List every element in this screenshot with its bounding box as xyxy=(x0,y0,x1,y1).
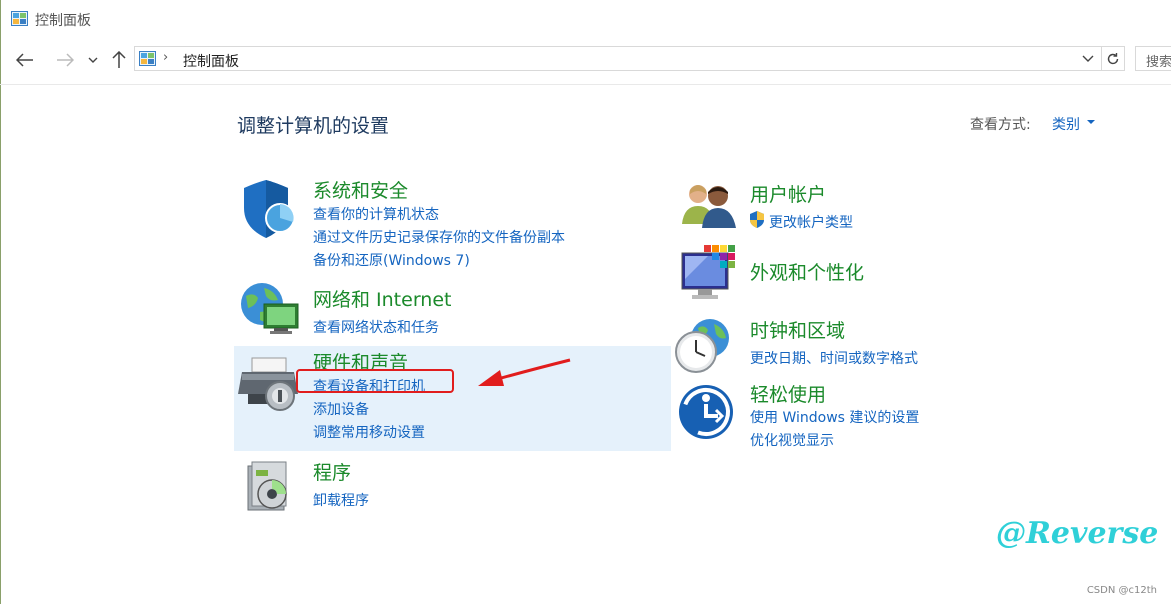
clock-globe-icon[interactable] xyxy=(674,318,734,374)
category-clock-region[interactable]: 时钟和区域 xyxy=(750,316,845,343)
search-placeholder: 搜索 xyxy=(1146,55,1171,70)
divider xyxy=(0,84,1171,85)
chevron-down-icon xyxy=(88,57,98,63)
recent-locations-button[interactable] xyxy=(84,48,102,72)
arrow-right-icon xyxy=(57,53,74,67)
back-button[interactable] xyxy=(12,48,38,72)
category-network-internet[interactable]: 网络和 Internet xyxy=(313,285,451,312)
link-add-device[interactable]: 添加设备 xyxy=(313,399,369,419)
appearance-icon[interactable] xyxy=(678,245,738,303)
control-panel-icon xyxy=(11,11,28,26)
arrow-up-icon xyxy=(112,51,126,68)
uac-shield-icon xyxy=(750,211,764,228)
link-view-computer-status[interactable]: 查看你的计算机状态 xyxy=(313,204,439,224)
window-title: 控制面板 xyxy=(35,13,91,29)
shield-icon[interactable] xyxy=(240,180,298,240)
chevron-down-icon[interactable] xyxy=(1081,51,1095,65)
title-bar: 控制面板 xyxy=(0,0,1171,40)
refresh-button[interactable] xyxy=(1102,46,1125,71)
link-mobility-settings[interactable]: 调整常用移动设置 xyxy=(313,422,425,442)
user-accounts-icon[interactable] xyxy=(680,182,738,228)
control-panel-icon xyxy=(139,51,156,66)
forward-button[interactable] xyxy=(52,48,78,72)
link-network-status[interactable]: 查看网络状态和任务 xyxy=(313,317,439,337)
window-border xyxy=(0,0,1,604)
category-user-accounts[interactable]: 用户帐户 xyxy=(750,180,826,207)
category-ease-of-access[interactable]: 轻松使用 xyxy=(750,380,826,407)
breadcrumb-control-panel[interactable]: 控制面板 xyxy=(183,51,239,71)
watermark: @Reverse xyxy=(996,516,1159,551)
programs-icon[interactable] xyxy=(244,460,294,514)
category-programs[interactable]: 程序 xyxy=(313,458,351,485)
network-globe-icon[interactable] xyxy=(238,282,302,340)
printer-icon[interactable] xyxy=(238,356,300,412)
dropdown-arrow-icon[interactable] xyxy=(1087,120,1095,124)
category-system-security[interactable]: 系统和安全 xyxy=(313,176,408,203)
link-file-history[interactable]: 通过文件历史记录保存你的文件备份副本 xyxy=(313,227,565,247)
highlight-annotation-box xyxy=(296,369,454,393)
view-by-label: 查看方式: xyxy=(970,117,1031,133)
search-input[interactable]: 搜索 xyxy=(1135,46,1171,71)
link-change-account-type[interactable]: 更改帐户类型 xyxy=(769,212,853,232)
refresh-icon xyxy=(1107,52,1119,64)
annotation-arrow-icon xyxy=(478,358,571,386)
ease-of-access-icon[interactable] xyxy=(678,384,734,440)
page-title: 调整计算机的设置 xyxy=(237,115,390,137)
link-optimize-visual-display[interactable]: 优化视觉显示 xyxy=(750,430,834,450)
link-recommended-settings[interactable]: 使用 Windows 建议的设置 xyxy=(750,407,919,427)
link-backup-restore[interactable]: 备份和还原(Windows 7) xyxy=(313,250,470,270)
category-appearance[interactable]: 外观和个性化 xyxy=(750,258,864,285)
link-uninstall-program[interactable]: 卸载程序 xyxy=(313,490,369,510)
up-button[interactable] xyxy=(106,48,132,72)
address-bar[interactable]: › 控制面板 xyxy=(134,46,1102,71)
breadcrumb-separator-icon[interactable]: › xyxy=(163,50,168,65)
credit-text: CSDN @c12th xyxy=(1086,585,1157,596)
link-date-time-format[interactable]: 更改日期、时间或数字格式 xyxy=(750,348,918,368)
view-by-dropdown[interactable]: 类别 xyxy=(1052,114,1080,134)
arrow-left-icon xyxy=(16,53,33,67)
